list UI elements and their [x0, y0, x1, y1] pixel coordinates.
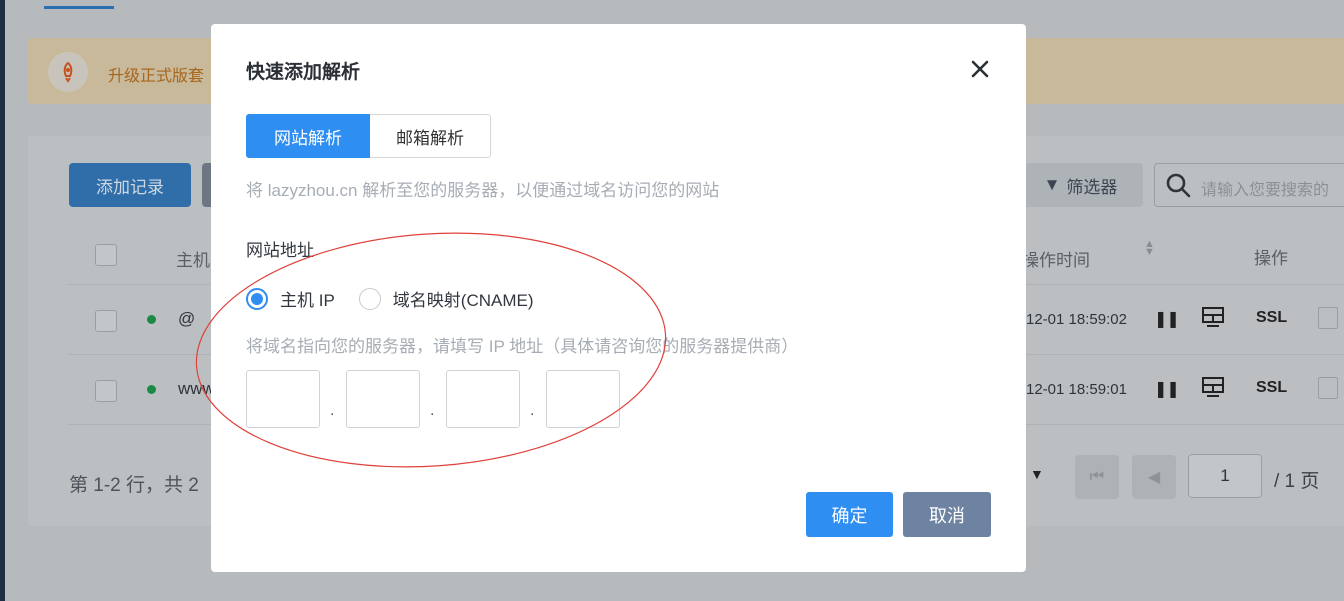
notice-text: 升级正式版套	[108, 68, 205, 85]
tab-website[interactable]: 网站解析	[246, 114, 370, 158]
header-host: 主机	[176, 251, 210, 270]
radio-unchecked-icon	[358, 287, 381, 310]
row-checkbox[interactable]	[95, 310, 117, 332]
add-record-button[interactable]: 添加记录	[69, 163, 191, 207]
radio-checked-icon	[246, 287, 268, 310]
page-number-input[interactable]: 1	[1188, 454, 1262, 498]
address-type-radios: 主机 IP 域名映射(CNAME)	[246, 286, 558, 311]
sort-icon[interactable]: ▲ ▼	[1144, 239, 1155, 258]
ip-hint: 将域名指向您的服务器，请填写 IP 地址（具体请咨询您的服务器提供商）	[246, 337, 799, 356]
filter-label: 筛选器	[1066, 177, 1118, 197]
monitor-icon[interactable]	[1202, 307, 1224, 327]
rocket-icon	[48, 52, 88, 92]
active-tab-indicator	[44, 6, 114, 9]
sidebar-edge	[0, 0, 5, 601]
ip-separator: .	[530, 402, 535, 419]
status-dot	[147, 315, 156, 324]
pause-icon[interactable]: ❚❚	[1154, 309, 1180, 329]
cancel-button[interactable]: 取消	[903, 492, 991, 537]
close-icon[interactable]	[965, 54, 995, 84]
edit-icon[interactable]	[1318, 377, 1338, 399]
filter-button[interactable]: ▼ 筛选器	[1018, 163, 1143, 207]
filter-icon: ▼	[1043, 175, 1061, 194]
ip-separator: .	[330, 402, 335, 419]
page-size-dropdown-icon[interactable]: ▼	[1030, 466, 1044, 482]
tab-mail[interactable]: 邮箱解析	[370, 114, 491, 158]
search-input[interactable]: 请输入您要搜索的	[1154, 163, 1344, 207]
row-host: @	[178, 309, 196, 328]
row-time: 12-01 18:59:02	[1026, 311, 1127, 328]
row-time: 12-01 18:59:01	[1026, 381, 1127, 398]
search-icon	[1166, 173, 1191, 198]
ssl-button[interactable]: SSL	[1256, 379, 1287, 397]
search-placeholder: 请输入您要搜索的	[1201, 182, 1330, 199]
ip-separator: .	[430, 402, 435, 419]
ip-octet-1-input[interactable]	[246, 370, 320, 428]
row-checkbox[interactable]	[95, 380, 117, 402]
website-address-label: 网站地址	[246, 241, 314, 260]
row-host: www	[178, 379, 215, 398]
header-time: 操作时间	[1022, 251, 1090, 270]
ip-octet-3-input[interactable]	[446, 370, 520, 428]
ip-octet-4-input[interactable]	[546, 370, 620, 428]
header-ops: 操作	[1254, 249, 1288, 268]
prev-page-button[interactable]: ◀	[1132, 455, 1176, 499]
pause-icon[interactable]: ❚❚	[1154, 379, 1180, 399]
status-dot	[147, 385, 156, 394]
ip-octet-2-input[interactable]	[346, 370, 420, 428]
resolve-type-tabs: 网站解析 邮箱解析	[246, 114, 491, 158]
radio-host-ip-label: 主机 IP	[280, 291, 335, 310]
radio-host-ip[interactable]: 主机 IP	[246, 286, 335, 311]
radio-cname[interactable]: 域名映射(CNAME)	[358, 286, 534, 311]
dialog-title: 快速添加解析	[246, 62, 361, 83]
ssl-button[interactable]: SSL	[1256, 309, 1287, 327]
quick-add-dialog: 快速添加解析 网站解析 邮箱解析 将 lazyzhou.cn 解析至您的服务器，…	[211, 24, 1026, 572]
confirm-button[interactable]: 确定	[806, 492, 893, 537]
select-all-checkbox[interactable]	[95, 244, 117, 266]
pager-summary: 第 1-2 行，共 2	[69, 475, 199, 496]
first-page-button[interactable]: ⏮	[1075, 455, 1119, 499]
monitor-icon[interactable]	[1202, 377, 1224, 397]
radio-cname-label: 域名映射(CNAME)	[392, 291, 534, 310]
dialog-description: 将 lazyzhou.cn 解析至您的服务器，以便通过域名访问您的网站	[246, 181, 720, 200]
page-total: / 1 页	[1274, 471, 1320, 492]
edit-icon[interactable]	[1318, 307, 1338, 329]
